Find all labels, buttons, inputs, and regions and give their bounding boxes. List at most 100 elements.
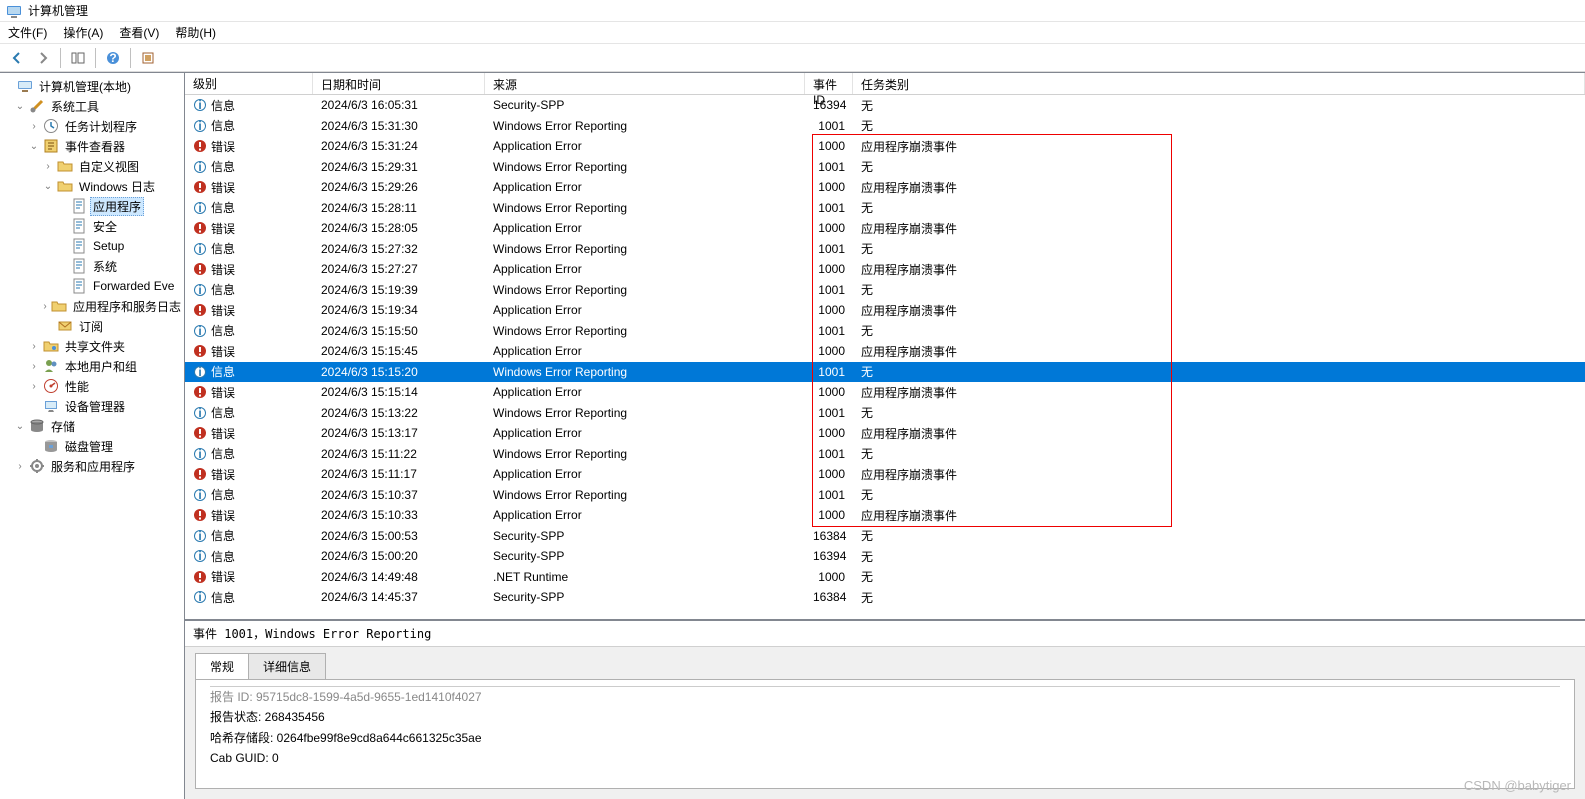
event-row[interactable]: 错误2024/6/3 15:13:17Application Error1000…	[185, 423, 1585, 444]
tree-node[interactable]: 系统	[0, 256, 184, 276]
source-cell: Application Error	[485, 139, 805, 153]
col-eventid[interactable]: 事件 ID	[805, 73, 853, 94]
share-icon	[43, 338, 59, 354]
expand-icon[interactable]: ›	[28, 381, 40, 392]
expand-icon[interactable]: ›	[14, 461, 26, 472]
event-row[interactable]: i信息2024/6/3 15:11:22Windows Error Report…	[185, 444, 1585, 465]
event-row[interactable]: i信息2024/6/3 15:15:50Windows Error Report…	[185, 321, 1585, 342]
expand-icon[interactable]: ›	[28, 361, 40, 372]
tree-node[interactable]: ⌄ Windows 日志	[0, 176, 184, 196]
tree-node[interactable]: 应用程序	[0, 196, 184, 216]
event-row[interactable]: 错误2024/6/3 15:15:14Application Error1000…	[185, 382, 1585, 403]
category-cell: 无	[853, 486, 1585, 503]
tree-node[interactable]: 订阅	[0, 316, 184, 336]
toolbar-extra[interactable]	[137, 47, 159, 69]
event-row[interactable]: i信息2024/6/3 15:15:20Windows Error Report…	[185, 362, 1585, 383]
info-icon: i	[193, 590, 207, 604]
source-cell: Application Error	[485, 344, 805, 358]
event-grid: 级别 日期和时间 来源 事件 ID 任务类别 i信息2024/6/3 16:05…	[185, 73, 1585, 619]
col-level[interactable]: 级别	[185, 73, 313, 94]
event-row[interactable]: 错误2024/6/3 15:29:26Application Error1000…	[185, 177, 1585, 198]
event-row[interactable]: i信息2024/6/3 14:45:37Security-SPP16384无	[185, 587, 1585, 608]
tree-node[interactable]: ›共享文件夹	[0, 336, 184, 356]
detail-line: 哈希存储段: 0264fbe99f8e9cd8a644c661325c35ae	[210, 728, 1560, 748]
error-icon	[193, 467, 207, 481]
expand-icon[interactable]: ⌄	[14, 101, 26, 112]
event-row[interactable]: 错误2024/6/3 15:19:34Application Error1000…	[185, 300, 1585, 321]
event-row[interactable]: i信息2024/6/3 15:10:37Windows Error Report…	[185, 485, 1585, 506]
event-row[interactable]: i信息2024/6/3 15:29:31Windows Error Report…	[185, 157, 1585, 178]
tab-details[interactable]: 详细信息	[248, 653, 326, 679]
source-cell: Application Error	[485, 385, 805, 399]
tree-node[interactable]: ›任务计划程序	[0, 116, 184, 136]
category-cell: 无	[853, 281, 1585, 298]
event-row[interactable]: 错误2024/6/3 15:28:05Application Error1000…	[185, 218, 1585, 239]
back-button[interactable]	[6, 47, 28, 69]
event-row[interactable]: 错误2024/6/3 15:11:17Application Error1000…	[185, 464, 1585, 485]
tab-general[interactable]: 常规	[195, 653, 249, 679]
expand-icon[interactable]: ⌄	[14, 421, 26, 432]
event-row[interactable]: 错误2024/6/3 15:10:33Application Error1000…	[185, 505, 1585, 526]
tree-node[interactable]: ›本地用户和组	[0, 356, 184, 376]
info-icon: i	[193, 488, 207, 502]
forward-button[interactable]	[32, 47, 54, 69]
tree-node[interactable]: 计算机管理(本地)	[0, 76, 184, 96]
tree-node[interactable]: ›应用程序和服务日志	[0, 296, 184, 316]
show-hide-button[interactable]	[67, 47, 89, 69]
source-cell: .NET Runtime	[485, 570, 805, 584]
event-row[interactable]: i信息2024/6/3 15:28:11Windows Error Report…	[185, 198, 1585, 219]
event-row[interactable]: 错误2024/6/3 15:31:24Application Error1000…	[185, 136, 1585, 157]
grid-body[interactable]: i信息2024/6/3 16:05:31Security-SPP16394无i信…	[185, 95, 1585, 608]
expand-icon[interactable]: ⌄	[42, 181, 54, 192]
col-datetime[interactable]: 日期和时间	[313, 73, 485, 94]
category-cell: 无	[853, 97, 1585, 114]
help-button[interactable]: ?	[102, 47, 124, 69]
tree-node[interactable]: 安全	[0, 216, 184, 236]
expand-icon[interactable]: ›	[42, 161, 54, 172]
event-row[interactable]: i信息2024/6/3 15:13:22Windows Error Report…	[185, 403, 1585, 424]
menu-action[interactable]: 操作(A)	[63, 24, 103, 41]
expand-icon[interactable]: ›	[28, 341, 40, 352]
category-cell: 应用程序崩溃事件	[853, 302, 1585, 319]
tree-node[interactable]: › 服务和应用程序	[0, 456, 184, 476]
computer-icon	[17, 78, 33, 94]
tree-label: Windows 日志	[76, 178, 158, 195]
tree-node[interactable]: ⌄事件查看器	[0, 136, 184, 156]
datetime-cell: 2024/6/3 14:49:48	[313, 570, 485, 584]
menu-help[interactable]: 帮助(H)	[175, 24, 216, 41]
tree-node[interactable]: 设备管理器	[0, 396, 184, 416]
expand-icon[interactable]: ⌄	[28, 141, 40, 152]
svg-text:i: i	[198, 242, 201, 256]
datetime-cell: 2024/6/3 15:31:30	[313, 119, 485, 133]
event-row[interactable]: 错误2024/6/3 15:15:45Application Error1000…	[185, 341, 1585, 362]
tree-node[interactable]: ›自定义视图	[0, 156, 184, 176]
event-row[interactable]: i信息2024/6/3 15:00:53Security-SPP16384无	[185, 526, 1585, 547]
event-row[interactable]: i信息2024/6/3 15:19:39Windows Error Report…	[185, 280, 1585, 301]
level-text: 信息	[211, 240, 235, 257]
datetime-cell: 2024/6/3 15:15:50	[313, 324, 485, 338]
expand-icon[interactable]: ›	[28, 121, 40, 132]
event-row[interactable]: i信息2024/6/3 15:00:20Security-SPP16394无	[185, 546, 1585, 567]
tree-node[interactable]: ⌄系统工具	[0, 96, 184, 116]
separator	[60, 48, 61, 68]
category-cell: 应用程序崩溃事件	[853, 384, 1585, 401]
col-source[interactable]: 来源	[485, 73, 805, 94]
event-row[interactable]: i信息2024/6/3 15:27:32Windows Error Report…	[185, 239, 1585, 260]
devmgr-icon	[43, 398, 59, 414]
event-row[interactable]: i信息2024/6/3 16:05:31Security-SPP16394无	[185, 95, 1585, 116]
tree-node[interactable]: Forwarded Eve	[0, 276, 184, 296]
tree-label: 订阅	[76, 318, 106, 335]
menu-view[interactable]: 查看(V)	[119, 24, 159, 41]
event-row[interactable]: 错误2024/6/3 15:27:27Application Error1000…	[185, 259, 1585, 280]
col-category[interactable]: 任务类别	[853, 73, 1585, 94]
tree-node[interactable]: ⌄存储	[0, 416, 184, 436]
event-row[interactable]: i信息2024/6/3 15:31:30Windows Error Report…	[185, 116, 1585, 137]
nav-tree[interactable]: 计算机管理(本地)⌄系统工具›任务计划程序⌄事件查看器›自定义视图 ⌄ Window…	[0, 73, 185, 799]
tree-node[interactable]: ›性能	[0, 376, 184, 396]
expand-icon[interactable]: ›	[42, 301, 48, 312]
tree-node[interactable]: 磁盘管理	[0, 436, 184, 456]
menu-file[interactable]: 文件(F)	[8, 24, 47, 41]
tree-node[interactable]: Setup	[0, 236, 184, 256]
event-row[interactable]: 错误2024/6/3 14:49:48.NET Runtime1000无	[185, 567, 1585, 588]
tree-label: 服务和应用程序	[48, 458, 138, 475]
